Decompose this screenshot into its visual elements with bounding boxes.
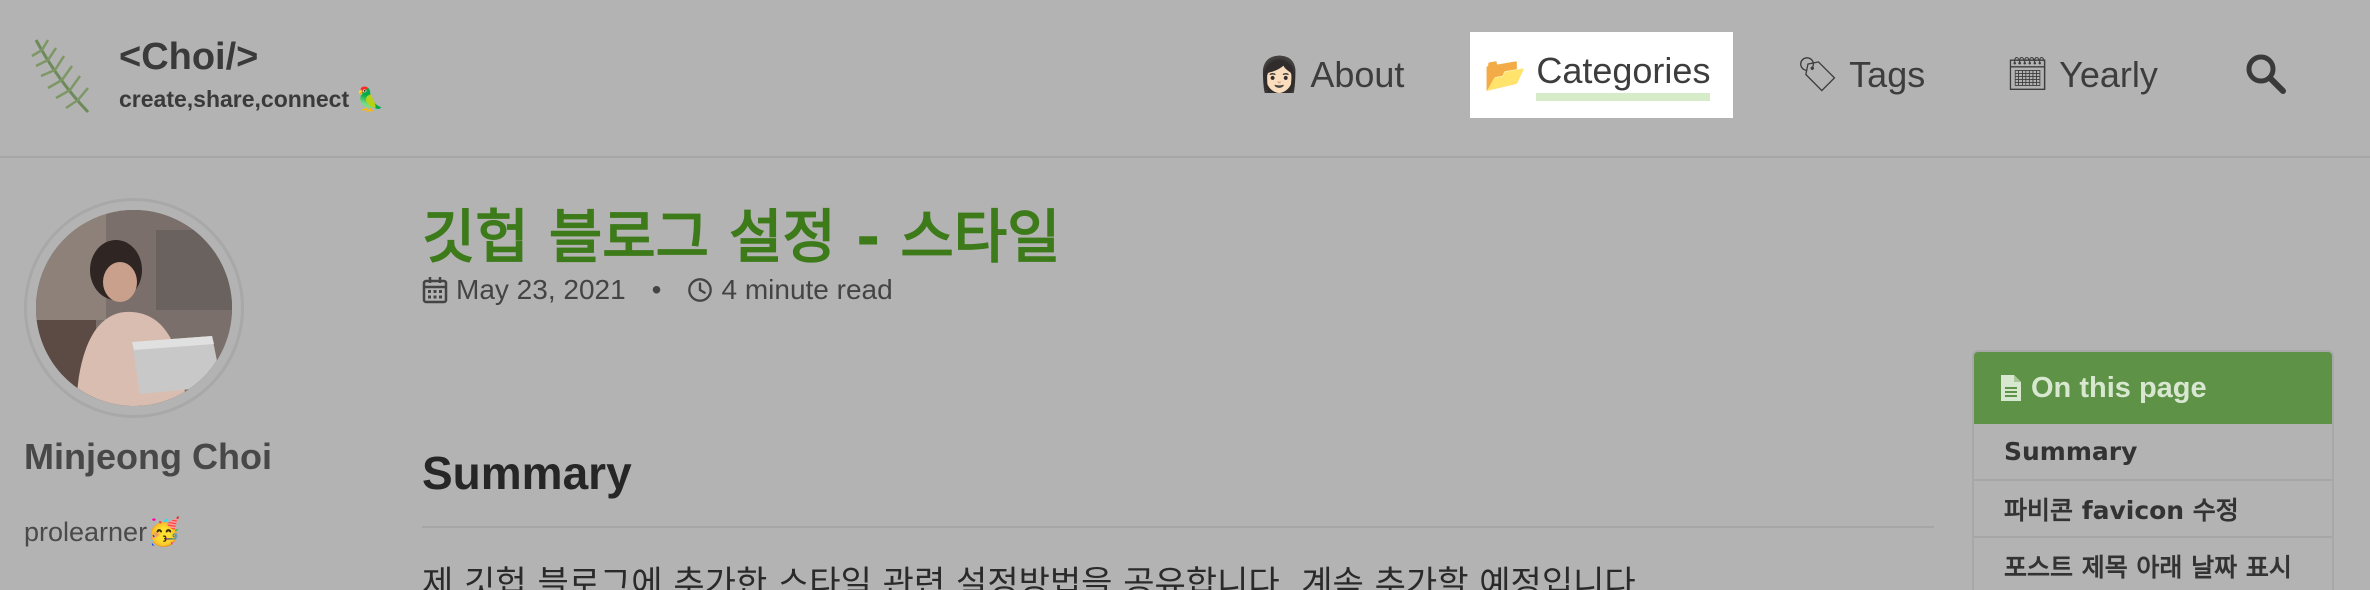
toc-header: On this page: [1974, 352, 2332, 424]
nav-yearly-label: Yearly: [2059, 54, 2158, 95]
clock-icon: [688, 278, 713, 302]
author-name: Minjeong Choi: [24, 436, 272, 477]
site-title[interactable]: <Choi/>: [119, 36, 258, 79]
nav-about-label: About: [1310, 54, 1405, 95]
parrot-icon: 🦜: [355, 86, 385, 112]
search-icon[interactable]: [2244, 52, 2288, 96]
document-icon: [2001, 375, 2021, 401]
section-heading-summary: Summary: [422, 447, 632, 499]
summary-paragraph: 제 깃헙 블로그에 추가한 스타일 관련 설정방법을 공유합니다. 계속 추가할…: [422, 564, 1647, 590]
author-avatar: [36, 210, 232, 406]
page-title: 깃헙 블로그 설정 - 스타일: [422, 203, 1061, 271]
section-divider: [422, 526, 1934, 528]
calendar-icon: 🗓: [2006, 55, 2050, 95]
site-subtitle: create,share,connect 🦜: [119, 86, 384, 113]
toc-item-favicon[interactable]: 파비콘 favicon 수정: [1974, 481, 2332, 538]
nav-categories[interactable]: 📂 Categories: [1470, 32, 1733, 118]
woman-icon: 👩🏻: [1258, 55, 1301, 95]
read-time: 4 minute read: [721, 274, 893, 305]
nav-tags[interactable]: 🏷 Tags: [1796, 32, 1925, 118]
open-folder-icon: 📂: [1484, 55, 1527, 95]
toc-title: On this page: [2031, 371, 2207, 404]
nav-tags-label: Tags: [1849, 54, 1926, 95]
calendar-icon: [422, 277, 448, 304]
page-meta: May 23, 2021 • 4 minute read: [422, 274, 893, 306]
site-subtitle-text: create,share,connect: [119, 86, 350, 112]
table-of-contents: On this page Summary 파비콘 favicon 수정 포스트 …: [1972, 350, 2334, 590]
toc-item-summary[interactable]: Summary: [1974, 424, 2332, 481]
meta-separator: •: [651, 274, 662, 305]
author-photo: [36, 210, 232, 406]
author-bio: prolearner🥳: [24, 517, 181, 547]
palm-leaf-logo-icon[interactable]: [30, 36, 94, 116]
toc-item-post-date[interactable]: 포스트 제목 아래 날짜 표시: [1974, 538, 2332, 590]
masthead: <Choi/> create,share,connect 🦜 👩🏻 About …: [0, 0, 2370, 158]
tag-icon: 🏷: [1796, 55, 1840, 95]
nav-yearly[interactable]: 🗓 Yearly: [2006, 32, 2158, 118]
nav-about[interactable]: 👩🏻 About: [1258, 32, 1404, 118]
post-date: May 23, 2021: [456, 274, 626, 305]
nav-categories-label: Categories: [1536, 49, 1711, 101]
